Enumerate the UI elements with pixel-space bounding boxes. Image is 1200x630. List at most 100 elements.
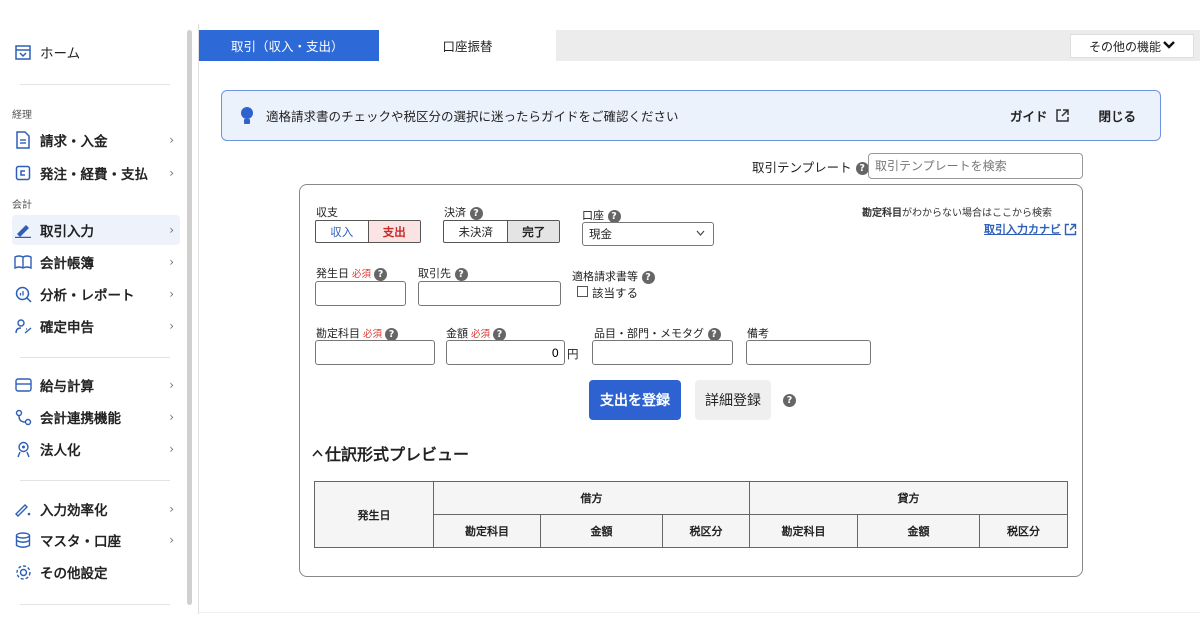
settled-option[interactable]: 完了 — [507, 221, 559, 242]
more-features-label: その他の機能 — [1088, 39, 1161, 54]
help-icon[interactable]: ? — [493, 327, 507, 341]
account-item-input[interactable] — [315, 340, 435, 365]
settlement-label: 決済 ? — [444, 204, 483, 220]
external-link-icon[interactable] — [1055, 108, 1070, 123]
account-label: 口座 ? — [582, 207, 621, 223]
help-icon[interactable]: ? — [783, 394, 796, 407]
sidebar-item-expenses[interactable]: 発注・経費・支払 › — [12, 158, 180, 188]
detail-register-button[interactable]: 詳細登録 — [695, 380, 771, 420]
tags-input[interactable] — [592, 340, 733, 365]
invoice-label-text: 適格請求書等 — [572, 270, 638, 283]
tab-bar: 取引（収入・支出） 口座振替 その他の機能 — [199, 30, 1200, 61]
sidebar-item-label: 取引入力 — [40, 224, 94, 240]
magic-pen-icon — [14, 500, 32, 518]
date-label-text: 発生日 — [316, 267, 349, 280]
chevron-right-icon: › — [169, 378, 174, 392]
chevron-right-icon: › — [169, 410, 174, 424]
transaction-navi-link[interactable]: 取引入力カナビ — [984, 221, 1077, 237]
journal-preview-title: 仕訳形式プレビュー — [325, 445, 470, 464]
sidebar-item-home[interactable]: ホーム — [12, 37, 180, 67]
sidebar-item-reports[interactable]: 分析・レポート › — [12, 279, 180, 309]
sidebar-item-label: 法人化 — [40, 443, 81, 459]
chevron-right-icon: › — [169, 133, 174, 147]
amount-input[interactable] — [446, 340, 565, 365]
invoice-checkbox-label: 該当する — [592, 286, 638, 300]
document-icon — [14, 131, 32, 149]
chevron-down-icon — [696, 229, 705, 239]
journal-preview-table: 発生日 借方 貸方 勘定科目 金額 税区分 勘定科目 金額 税区分 — [314, 481, 1068, 548]
sidebar-item-efficiency[interactable]: 入力効率化 › — [12, 494, 180, 524]
income-expense-toggle: 収入 支出 — [315, 220, 421, 243]
sidebar-item-label: その他設定 — [40, 566, 108, 582]
sidebar-item-label: ホーム — [40, 46, 81, 62]
help-icon[interactable]: ? — [374, 267, 388, 281]
sidebar-section-accounting: 経理 — [12, 110, 32, 121]
sidebar-item-transaction-input[interactable]: 取引入力 › — [12, 215, 180, 245]
sidebar-item-incorporation[interactable]: 法人化 › — [12, 434, 180, 464]
home-calendar-icon — [14, 43, 32, 61]
date-label: 発生日 必須? — [316, 265, 388, 281]
banner-close-button[interactable]: 閉じる — [1098, 106, 1136, 125]
sidebar-section-books: 会計 — [12, 200, 32, 211]
sidebar-item-label: 給与計算 — [40, 379, 94, 395]
sidebar-item-invoice[interactable]: 請求・入金 › — [12, 125, 180, 155]
tab-transactions[interactable]: 取引（収入・支出） — [199, 30, 379, 61]
journal-preview-toggle[interactable]: 仕訳形式プレビュー — [312, 441, 469, 465]
sidebar-item-label: 請求・入金 — [40, 134, 108, 150]
help-icon[interactable]: ? — [469, 206, 483, 220]
template-search-input[interactable] — [868, 153, 1083, 179]
help-icon[interactable]: ? — [641, 270, 655, 284]
required-badge: 必須 — [471, 329, 491, 340]
column-header-debit-amount: 金額 — [540, 514, 663, 548]
invoice-checkbox[interactable] — [577, 286, 588, 297]
sidebar-item-master-accounts[interactable]: マスタ・口座 › — [12, 525, 180, 555]
database-icon — [14, 531, 32, 549]
register-expense-button[interactable]: 支出を登録 — [589, 380, 681, 420]
sidebar-scrollbar[interactable] — [187, 30, 192, 605]
tags-label-text: 品目・部門・メモタグ — [594, 327, 704, 340]
account-select[interactable]: 現金 — [582, 222, 714, 246]
column-header-credit-amount: 金額 — [857, 514, 980, 548]
column-header-debit-account: 勘定科目 — [433, 514, 541, 548]
help-icon[interactable]: ? — [707, 327, 721, 341]
sidebar-item-ledger[interactable]: 会計帳簿 › — [12, 247, 180, 277]
chevron-right-icon: › — [169, 319, 174, 333]
help-icon[interactable]: ? — [385, 327, 399, 341]
navi-link-label: 取引入力カナビ — [984, 223, 1061, 236]
account-item-hint: 勘定科目がわからない場合はここから検索 — [862, 204, 1052, 219]
chevron-right-icon: › — [169, 533, 174, 547]
link-icon — [14, 408, 32, 426]
chevron-right-icon: › — [169, 223, 174, 237]
amount-label-text: 金額 — [446, 327, 468, 340]
column-header-credit: 貸方 — [749, 481, 1068, 515]
more-features-button[interactable]: その他の機能 — [1070, 34, 1194, 58]
sidebar-item-integrations[interactable]: 会計連携機能 › — [12, 402, 180, 432]
date-input[interactable] — [315, 281, 406, 306]
memo-input[interactable] — [746, 340, 871, 365]
tab-account-transfer[interactable]: 口座振替 — [379, 30, 556, 61]
unsettled-option[interactable]: 未決済 — [444, 221, 507, 242]
chevron-up-icon — [312, 447, 323, 460]
help-icon[interactable]: ? — [454, 267, 468, 281]
partner-label: 取引先 ? — [418, 265, 468, 281]
hint-rest: がわからない場合はここから検索 — [902, 208, 1052, 219]
sidebar-divider — [20, 604, 170, 605]
sidebar-border — [198, 24, 199, 614]
column-header-date: 発生日 — [314, 481, 434, 548]
chevron-right-icon: › — [169, 255, 174, 269]
sidebar-item-payroll[interactable]: 給与計算 › — [12, 370, 180, 400]
expense-option[interactable]: 支出 — [367, 221, 420, 242]
pen-icon — [14, 221, 32, 239]
help-icon[interactable]: ? — [855, 162, 869, 175]
income-option[interactable]: 収入 — [316, 221, 368, 242]
help-icon[interactable]: ? — [607, 209, 621, 223]
sidebar-item-label: 会計連携機能 — [40, 411, 121, 427]
sidebar-item-tax-return[interactable]: 確定申告 › — [12, 311, 180, 341]
partner-input[interactable] — [418, 281, 561, 306]
template-label-text: 取引テンプレート — [752, 160, 852, 175]
account-item-label-text: 勘定科目 — [316, 327, 360, 340]
column-header-credit-tax: 税区分 — [979, 514, 1068, 548]
sidebar-item-label: 分析・レポート — [40, 288, 135, 304]
sidebar-item-other-settings[interactable]: その他設定 — [12, 557, 180, 587]
guide-link[interactable]: ガイド — [1010, 106, 1048, 125]
